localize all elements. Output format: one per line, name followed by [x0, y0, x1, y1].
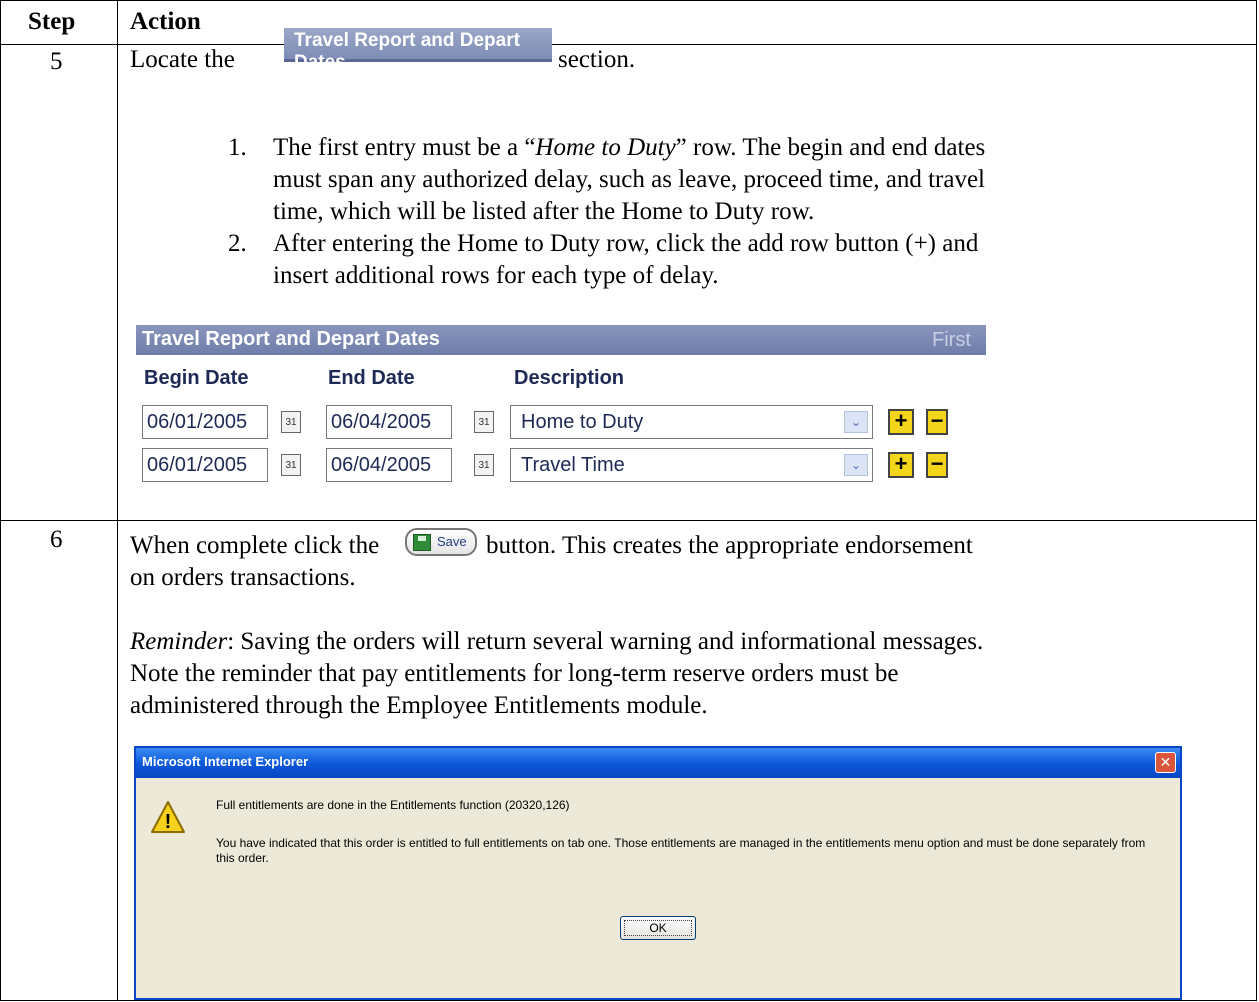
chevron-down-icon[interactable]: ⌄ — [844, 411, 868, 433]
description-value: Home to Duty — [521, 411, 644, 433]
end-date-input[interactable]: 06/04/2005 — [326, 448, 452, 482]
svg-text:!: ! — [165, 811, 172, 833]
close-icon[interactable]: ✕ — [1155, 752, 1176, 773]
dialog-title: Microsoft Internet Explorer — [142, 754, 309, 769]
step-number-6: 6 — [50, 526, 63, 553]
chevron-down-icon[interactable]: ⌄ — [844, 454, 868, 476]
reminder-line1: Reminder: Saving the orders will return … — [130, 628, 984, 655]
ok-button[interactable]: OK — [620, 916, 696, 940]
header-action: Action — [130, 8, 201, 35]
delete-row-button[interactable]: − — [926, 452, 948, 478]
first-link[interactable]: First — [932, 329, 971, 352]
step5-locate-text: Locate the — [130, 46, 235, 73]
dialog-message-body: You have indicated that this order is en… — [216, 836, 1146, 865]
reminder-line2: Note the reminder that pay entitlements … — [130, 660, 899, 687]
reminder-line3: administered through the Employee Entitl… — [130, 692, 708, 719]
dialog-message-title: Full entitlements are done in the Entitl… — [216, 798, 570, 812]
calendar-icon[interactable]: 31 — [281, 454, 301, 476]
panel-title: Travel Report and Depart Dates — [142, 328, 440, 350]
begin-date-input[interactable]: 06/01/2005 — [142, 448, 268, 482]
description-select[interactable]: Travel Time ⌄ — [510, 448, 873, 482]
column-divider — [117, 0, 118, 1000]
list-item-1-line1: The first entry must be a “Home to Duty”… — [273, 134, 986, 161]
description-select[interactable]: Home to Duty ⌄ — [510, 405, 873, 439]
save-button[interactable]: Save — [405, 528, 477, 556]
dialog-title-bar: Microsoft Internet Explorer ✕ — [136, 748, 1180, 778]
travel-dates-panel: Travel Report and Depart Dates First Beg… — [136, 325, 986, 485]
delete-row-button[interactable]: − — [926, 409, 948, 435]
calendar-icon[interactable]: 31 — [474, 454, 494, 476]
header-step: Step — [28, 8, 76, 35]
column-header-description: Description — [514, 367, 625, 389]
alert-dialog: Microsoft Internet Explorer ✕ ! Full ent… — [134, 746, 1182, 1000]
list-item-1-number: 1. — [228, 134, 247, 161]
list-item-2-line1: After entering the Home to Duty row, cli… — [273, 230, 979, 257]
section-header-image: Travel Report and Depart Dates — [284, 28, 552, 73]
list-item-2-number: 2. — [228, 230, 247, 257]
add-row-button[interactable]: + — [888, 409, 914, 435]
calendar-icon[interactable]: 31 — [474, 411, 494, 433]
step-number-5: 5 — [50, 48, 63, 75]
floppy-disk-icon — [413, 534, 431, 551]
row-divider — [0, 520, 1257, 521]
begin-date-input[interactable]: 06/01/2005 — [142, 405, 268, 439]
column-header-end-date: End Date — [328, 367, 415, 389]
list-item-1-line3: time, which will be listed after the Hom… — [273, 198, 815, 225]
column-header-begin-date: Begin Date — [144, 367, 249, 389]
warning-icon: ! — [151, 801, 185, 833]
list-item-2-line2: insert additional rows for each type of … — [273, 262, 719, 289]
step5-locate-after: section. — [558, 46, 636, 73]
description-value: Travel Time — [521, 454, 625, 476]
calendar-icon[interactable]: 31 — [281, 411, 301, 433]
panel-title-bar: Travel Report and Depart Dates First — [136, 325, 986, 355]
step6-line2: on orders transactions. — [130, 564, 356, 591]
step6-line1-before: When complete click the — [130, 532, 380, 559]
add-row-button[interactable]: + — [888, 452, 914, 478]
step6-line1-after: button. This creates the appropriate end… — [486, 532, 973, 559]
list-item-1-line2: must span any authorized delay, such as … — [273, 166, 985, 193]
save-label: Save — [437, 534, 467, 549]
end-date-input[interactable]: 06/04/2005 — [326, 405, 452, 439]
